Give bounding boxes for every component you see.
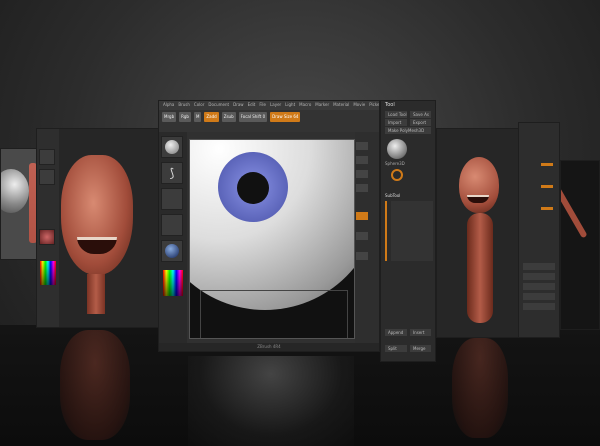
right-panel-row-3[interactable]: [523, 283, 555, 290]
right-view-strip: [355, 132, 379, 345]
m-button[interactable]: M: [193, 112, 202, 122]
far-left-panel: [0, 148, 40, 260]
document-canvas[interactable]: [189, 139, 355, 339]
menu-bar: Alpha Brush Color Document Draw Edit File Layer…: [159, 101, 379, 110]
mrgb-button[interactable]: Mrgb: [162, 112, 177, 122]
stroke-button[interactable]: ⟆: [161, 162, 183, 184]
view-button-3[interactable]: [356, 170, 368, 178]
brush-button[interactable]: [39, 149, 55, 165]
menu-light[interactable]: Light: [285, 102, 295, 109]
far-right-panel: [518, 122, 560, 338]
eye-pupil: [237, 172, 269, 204]
menu-marker[interactable]: Marker: [315, 102, 329, 109]
figure-head: [459, 157, 499, 213]
material-sphere-icon: [165, 244, 179, 258]
export-button[interactable]: Export: [410, 119, 431, 126]
brush-button[interactable]: [161, 136, 183, 158]
right-panel-row-5[interactable]: [523, 303, 555, 310]
insert-button[interactable]: Insert: [410, 329, 431, 336]
face-sculpt: [61, 155, 133, 275]
top-toolbar: Mrgb Rgb M Zadd Zsub Focal Shift 0 Draw …: [159, 110, 379, 132]
material-button[interactable]: [39, 229, 55, 245]
right-panel-row-2[interactable]: [523, 273, 555, 280]
menu-brush[interactable]: Brush: [178, 102, 190, 109]
focal-shift-slider[interactable]: Focal Shift 0: [238, 112, 268, 122]
view-button-2[interactable]: [356, 156, 368, 164]
split-button[interactable]: Split: [385, 345, 407, 352]
material-button[interactable]: [161, 240, 183, 262]
face-neck: [87, 274, 105, 314]
menu-document[interactable]: Document: [208, 102, 229, 109]
menu-edit[interactable]: Edit: [248, 102, 256, 109]
menu-material[interactable]: Material: [333, 102, 349, 109]
sphere3d-label: Sphere3D: [385, 161, 405, 166]
menu-color[interactable]: Color: [194, 102, 204, 109]
right-panel-marker-3: [541, 207, 553, 210]
view-button-5[interactable]: [356, 212, 368, 220]
import-button[interactable]: Import: [385, 119, 407, 126]
canvas-frame: [200, 290, 348, 338]
stroke-icon: ⟆: [169, 166, 175, 180]
alpha-button[interactable]: [161, 188, 183, 210]
right-panel-marker-2: [541, 185, 553, 188]
sphere-brush-icon: [165, 140, 179, 154]
texture-button[interactable]: [161, 214, 183, 236]
right-panel-row-1[interactable]: [523, 263, 555, 270]
menu-macro[interactable]: Macro: [299, 102, 311, 109]
make-polymesh-button[interactable]: Make PolyMesh3D: [385, 127, 431, 134]
view-button-7[interactable]: [356, 252, 368, 260]
append-button[interactable]: Append: [385, 329, 407, 336]
view-button-6[interactable]: [356, 232, 368, 240]
left-viewport-panel: [36, 128, 162, 328]
figure-body: [467, 213, 493, 323]
eye-reflection: [188, 356, 354, 446]
edge-right-panel: [560, 160, 600, 330]
grey-sphere-icon: [1, 169, 29, 213]
figure-reflection: [452, 338, 508, 438]
stroke-button[interactable]: [39, 169, 55, 185]
menu-movie[interactable]: Movie: [353, 102, 365, 109]
load-tool-button[interactable]: Load Tool: [385, 111, 407, 118]
left-shelf: [37, 129, 59, 327]
view-button-4[interactable]: [356, 184, 368, 192]
menu-picker[interactable]: Picker: [369, 102, 379, 109]
tool-palette-title: Tool: [385, 102, 395, 108]
draw-size-slider[interactable]: Draw Size 64: [270, 112, 301, 122]
view-button-1[interactable]: [356, 142, 368, 150]
gyro-icon[interactable]: [391, 169, 403, 181]
left-tool-shelf: ⟆: [159, 132, 187, 345]
main-window: Alpha Brush Color Document Draw Edit File Layer…: [158, 100, 380, 352]
menu-alpha[interactable]: Alpha: [163, 102, 174, 109]
subtool-title[interactable]: SubTool: [385, 193, 400, 198]
merge-button[interactable]: Merge: [410, 345, 431, 352]
sphere3d-thumbnail[interactable]: [387, 139, 407, 159]
face-reflection: [60, 330, 130, 440]
right-panel-marker-1: [541, 163, 553, 166]
status-bar: ZBrush 4R4: [159, 343, 379, 351]
color-picker-icon[interactable]: [40, 261, 56, 285]
rgb-button[interactable]: Rgb: [179, 112, 191, 122]
subtool-list: [391, 201, 433, 261]
zsub-button[interactable]: Zsub: [221, 112, 236, 122]
menu-draw[interactable]: Draw: [233, 102, 243, 109]
menu-layer[interactable]: Layer: [270, 102, 281, 109]
right-viewport-panel: [436, 128, 524, 338]
zadd-button[interactable]: Zadd: [204, 112, 219, 122]
save-as-button[interactable]: Save As: [410, 111, 431, 118]
color-picker-icon[interactable]: [163, 270, 183, 296]
subtool-scrollbar[interactable]: [385, 201, 387, 261]
arm-silhouette: [561, 183, 588, 239]
right-panel-row-4[interactable]: [523, 293, 555, 300]
menu-file[interactable]: File: [259, 102, 266, 109]
tool-palette: Tool Load Tool Save As Import Export Mak…: [380, 100, 436, 362]
